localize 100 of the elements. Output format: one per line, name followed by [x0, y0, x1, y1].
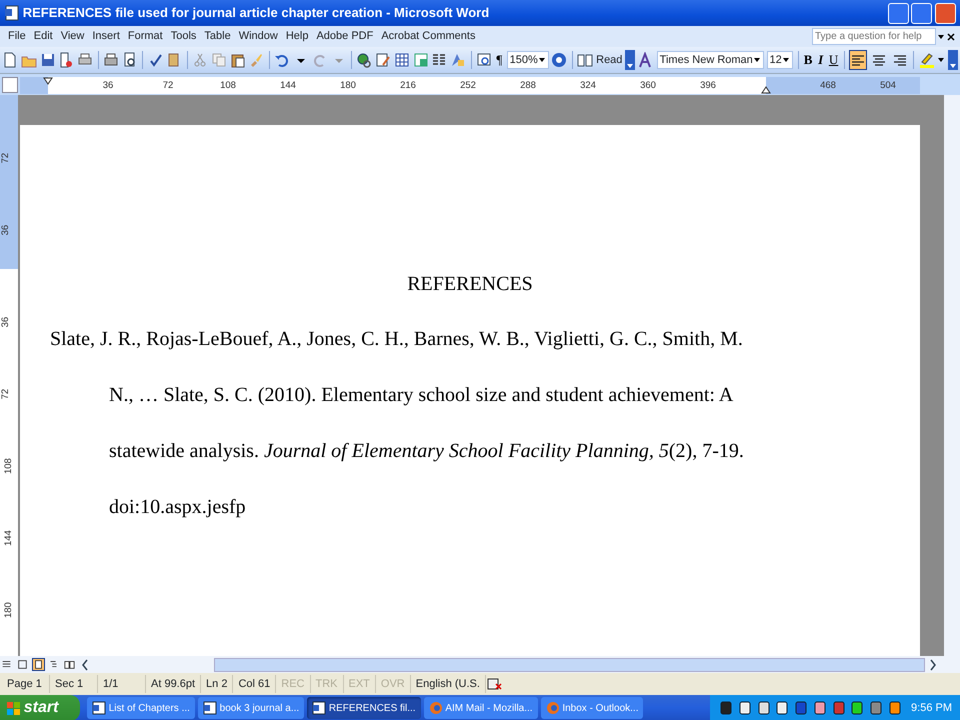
tab-selector-button[interactable]	[2, 77, 18, 93]
minimize-button[interactable]	[888, 2, 908, 24]
close-icon[interactable]	[946, 32, 956, 42]
status-field: Col 61	[233, 675, 276, 693]
ruler-number: 504	[880, 79, 896, 93]
table-pencil-icon[interactable]	[375, 52, 392, 68]
ruler-number: 144	[280, 79, 296, 93]
document-icon	[92, 701, 106, 715]
clipboard-icon[interactable]	[230, 52, 246, 68]
references-heading: REFERENCES	[406, 272, 534, 296]
ruler-number: 36	[0, 224, 12, 236]
ruler-number: 288	[520, 79, 536, 93]
status-field: Ln 2	[201, 675, 234, 693]
ruler-number: 396	[700, 79, 716, 93]
menu-item[interactable]: Adobe PDF	[312, 27, 378, 46]
styles-letter-icon[interactable]	[638, 52, 654, 68]
status-field: OVR	[376, 675, 411, 693]
menu-item[interactable]: Window	[234, 27, 282, 46]
ruler-number: 180	[340, 79, 356, 93]
status-field: Sec 1	[50, 675, 98, 693]
print-icon[interactable]	[102, 52, 119, 68]
zoom-dropdown[interactable]: 150%	[506, 51, 549, 69]
ruler-margin	[20, 77, 48, 94]
permission-icon[interactable]	[58, 52, 74, 68]
status-field: REC	[276, 675, 310, 693]
font-size-dropdown[interactable]: 12	[766, 51, 793, 69]
menu-item[interactable]: Acrobat Comments	[377, 27, 480, 46]
menu-item[interactable]: Format	[124, 27, 167, 46]
horizontal-scrollbar[interactable]	[214, 658, 924, 672]
globe-icon	[546, 701, 560, 715]
close-button[interactable]	[935, 2, 956, 24]
menu-item[interactable]: Help	[282, 27, 312, 46]
underline-button[interactable]: U	[828, 50, 840, 70]
help-search-field[interactable]: Type a question for help	[812, 28, 936, 45]
ruler-number: 36	[0, 316, 12, 328]
window-title: REFERENCES file used for journal article chapter creation - Microsoft Word	[22, 4, 490, 22]
spelling-check-icon[interactable]	[148, 52, 164, 68]
document-icon	[312, 701, 326, 715]
menu-item[interactable]: File	[4, 27, 30, 46]
status-field: Page 1	[2, 675, 50, 693]
ruler-number: 180	[2, 602, 15, 618]
document-map-icon[interactable]	[476, 52, 492, 68]
highlighter-icon[interactable]	[918, 52, 935, 68]
bold-button[interactable]: B	[802, 50, 814, 70]
menu-item[interactable]: Table	[200, 27, 235, 46]
taskbar-button[interactable]: book 3 journal a...	[198, 697, 304, 719]
show-formatting-marks-button[interactable]: ¶	[494, 50, 504, 70]
undo-arrow-icon[interactable]	[274, 52, 290, 68]
taskbar-button[interactable]: REFERENCES fil...	[307, 697, 421, 719]
menu-item[interactable]: Insert	[88, 27, 124, 46]
menu-item[interactable]: View	[56, 27, 88, 46]
word-document-icon	[4, 5, 20, 21]
reading-view-button[interactable]	[63, 658, 76, 671]
globe-icon	[428, 701, 443, 715]
view-icon	[16, 659, 28, 670]
view-icon	[64, 659, 75, 670]
globe-link-icon[interactable]	[356, 52, 372, 68]
ruler-number: 252	[460, 79, 476, 93]
italic-button[interactable]: I	[816, 50, 826, 70]
save-icon[interactable]	[40, 52, 56, 68]
status-field: 1/1	[98, 675, 146, 693]
taskbar-button[interactable]: AIM Mail - Mozilla...	[424, 697, 538, 719]
new-document-icon[interactable]	[2, 52, 18, 68]
ruler-number: 468	[820, 79, 836, 93]
view-icon	[32, 659, 44, 670]
help-icon[interactable]	[551, 52, 568, 68]
taskbar-button[interactable]: List of Chapters ...	[87, 697, 195, 719]
print-view-button[interactable]	[32, 658, 44, 671]
ruler-number: 216	[400, 79, 416, 93]
menu-item[interactable]: Tools	[166, 27, 200, 46]
status-field: EXT	[344, 675, 376, 693]
document-icon	[202, 701, 217, 715]
status-field: TRK	[310, 675, 344, 693]
menu-item[interactable]: Edit	[30, 27, 57, 46]
start-button[interactable]: start	[0, 695, 80, 720]
toolbar-options-icon[interactable]	[948, 50, 958, 70]
ruler-number: 72	[0, 152, 12, 164]
restore-button[interactable]	[911, 2, 932, 24]
ruler-number: 108	[220, 79, 236, 93]
ruler-number: 144	[2, 530, 15, 546]
align-left-button[interactable]	[849, 50, 868, 70]
spelling-status-icon[interactable]	[486, 676, 502, 692]
vertical-scrollbar[interactable]	[944, 95, 960, 656]
taskbar-button[interactable]: Inbox - Outlook...	[540, 697, 644, 719]
windows-flag-icon	[6, 700, 21, 716]
open-book-icon[interactable]	[577, 52, 594, 68]
view-icon	[48, 659, 60, 670]
ruler-number: 324	[580, 79, 596, 93]
grid-table-icon[interactable]	[394, 52, 410, 68]
indent-marker-icon[interactable]	[43, 77, 53, 85]
ruler-number: 108	[2, 458, 15, 474]
ruler-number: 36	[102, 79, 114, 93]
web-view-button[interactable]	[16, 658, 29, 671]
toolbar-options-icon[interactable]	[625, 50, 636, 70]
read-button[interactable]: Read	[596, 52, 622, 68]
ruler-number: 72	[0, 388, 12, 400]
clock: 9:56 PM	[911, 700, 952, 716]
font-dropdown[interactable]: Times New Roman	[656, 51, 764, 69]
ruler-number: 72	[162, 79, 174, 93]
columns-icon[interactable]	[431, 52, 448, 68]
